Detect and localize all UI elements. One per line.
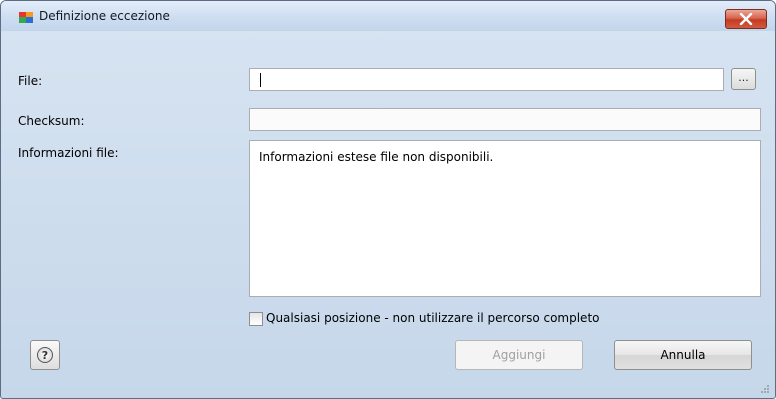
avg-app-icon xyxy=(19,12,33,23)
file-info-label: Informazioni file: xyxy=(18,146,119,160)
any-location-checkbox[interactable] xyxy=(249,312,263,326)
file-path-input[interactable] xyxy=(249,68,724,91)
window-title: Definizione eccezione xyxy=(39,9,170,23)
file-info-box: Informazioni estese file non disponibili… xyxy=(249,140,761,297)
title-bar[interactable]: Definizione eccezione xyxy=(1,1,775,31)
any-location-label[interactable]: Qualsiasi posizione - non utilizzare il … xyxy=(266,311,600,325)
file-info-text: Informazioni estese file non disponibili… xyxy=(259,150,494,164)
browse-button[interactable]: ... xyxy=(731,68,756,90)
help-icon: ? xyxy=(37,347,53,363)
checksum-field xyxy=(249,108,761,131)
checksum-label: Checksum: xyxy=(18,114,85,128)
file-label: File: xyxy=(18,74,43,88)
help-button[interactable]: ? xyxy=(30,340,60,370)
resize-grip-icon[interactable] xyxy=(760,384,770,394)
text-caret xyxy=(260,73,261,87)
close-icon xyxy=(739,13,753,25)
close-button[interactable] xyxy=(725,9,767,29)
cancel-button[interactable]: Annulla xyxy=(614,340,752,370)
add-button[interactable]: Aggiungi xyxy=(455,340,583,370)
